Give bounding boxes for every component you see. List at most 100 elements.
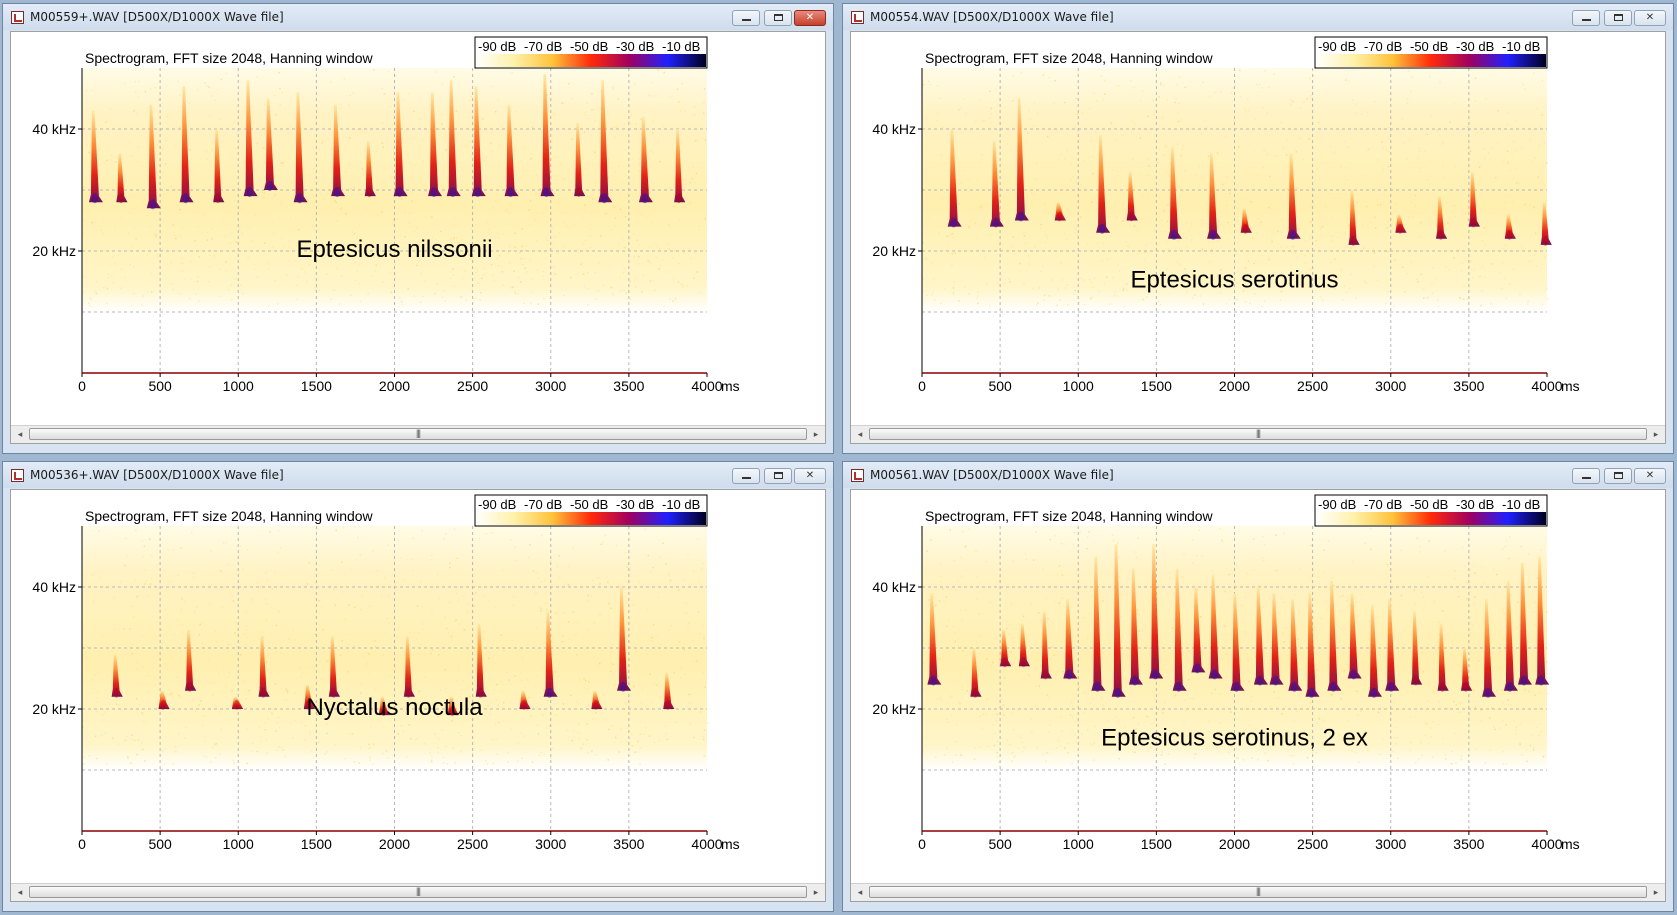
y-tick-label: 40 kHz [32, 579, 76, 595]
close-button[interactable]: ✕ [794, 10, 826, 26]
close-button[interactable]: ✕ [794, 468, 826, 484]
legend-colorbar [476, 54, 706, 67]
scrollbar-thumb[interactable]: ||| [29, 886, 807, 898]
legend-label: -70 dB [524, 39, 562, 54]
title-bar[interactable]: M00536+.WAV [D500X/D1000X Wave file] ✕ [3, 462, 833, 488]
call-core [546, 687, 554, 698]
scroll-right-arrow-icon[interactable]: ▸ [809, 886, 823, 898]
call-core [1413, 675, 1419, 686]
scrollbar-thumb[interactable]: ||| [869, 886, 1647, 898]
call-core [1350, 669, 1358, 680]
call-core [1242, 223, 1249, 234]
maximize-button[interactable] [1604, 468, 1632, 484]
call-core [1151, 669, 1159, 680]
x-tick-label: 2500 [1297, 378, 1328, 394]
x-tick-label: 1000 [1063, 378, 1094, 394]
call-core [430, 187, 438, 198]
call-core [1272, 675, 1280, 686]
legend-label: -90 dB [478, 497, 516, 512]
scroll-left-arrow-icon[interactable]: ◂ [853, 428, 867, 440]
spectrogram-chart[interactable]: 0 500 1000 1500 2000 2500 3000 3500 4000ms 40 kHz… [851, 490, 1667, 886]
x-tick-label: 1500 [301, 836, 332, 852]
scroll-left-arrow-icon[interactable]: ◂ [853, 886, 867, 898]
window-title: M00554.WAV [D500X/D1000X Wave file] [870, 10, 1114, 24]
window-title: M00536+.WAV [D500X/D1000X Wave file] [30, 468, 284, 482]
call-core [600, 193, 608, 204]
maximize-icon [773, 472, 783, 479]
scrollbar-thumb[interactable]: ||| [29, 428, 807, 440]
call-core [1065, 669, 1073, 680]
x-tick-label: 2500 [1297, 836, 1328, 852]
legend-label: -70 dB [524, 497, 562, 512]
minimize-button[interactable] [732, 10, 760, 26]
spectrogram-view[interactable]: 0 500 1000 1500 2000 2500 3000 3500 4000 ms 40 kHz… [10, 489, 826, 902]
maximize-button[interactable] [764, 10, 792, 26]
call-core [1131, 675, 1139, 686]
legend-label: -90 dB [1318, 497, 1356, 512]
x-tick-label: 0 [918, 836, 926, 852]
spectrogram-view[interactable]: 0 500 1000 1500 2000 2500 3000 3500 4000 ms 40 kHz… [10, 31, 826, 444]
grip-icon: ||| [415, 428, 421, 438]
legend-label: -30 dB [1456, 39, 1494, 54]
x-tick-label: 1500 [1141, 836, 1172, 852]
scroll-right-arrow-icon[interactable]: ▸ [809, 428, 823, 440]
minimize-icon [741, 477, 751, 479]
horizontal-scrollbar[interactable]: ◂ ||| ▸ [851, 425, 1665, 443]
maximize-icon [1613, 14, 1623, 21]
call-core [182, 193, 190, 204]
minimize-button[interactable] [732, 468, 760, 484]
title-bar[interactable]: M00554.WAV [D500X/D1000X Wave file] ✕ [843, 4, 1673, 30]
spectrogram-chart[interactable]: 0 500 1000 1500 2000 2500 3000 3500 4000ms 40 kHz… [11, 490, 827, 886]
x-tick-label: 4000 [1531, 836, 1562, 852]
legend-colorbar [476, 512, 706, 525]
call-core [1387, 681, 1395, 692]
scroll-right-arrow-icon[interactable]: ▸ [1649, 886, 1663, 898]
spectrogram-window-3[interactable]: M00536+.WAV [D500X/D1000X Wave file] ✕ 0… [2, 461, 834, 912]
minimize-button[interactable] [1572, 468, 1600, 484]
horizontal-scrollbar[interactable]: ◂ ||| ▸ [851, 883, 1665, 901]
x-tick-label: 1000 [223, 378, 254, 394]
call-core [366, 187, 373, 198]
spectrogram-view[interactable]: 0 500 1000 1500 2000 2500 3000 3500 4000 ms 40 kHz… [850, 489, 1666, 902]
x-tick-label: 3000 [535, 378, 566, 394]
minimize-button[interactable] [1572, 10, 1600, 26]
legend-label: -50 dB [1410, 39, 1448, 54]
y-tick-label: 20 kHz [32, 701, 76, 717]
x-tick-label: 1000 [1063, 836, 1094, 852]
call-core [521, 700, 527, 710]
x-tick-label: 4000 [691, 836, 722, 852]
scrollbar-thumb[interactable]: ||| [869, 428, 1647, 440]
scroll-left-arrow-icon[interactable]: ◂ [13, 886, 27, 898]
legend-label: -50 dB [570, 39, 608, 54]
call-core [296, 193, 304, 204]
spectrogram-window-1[interactable]: M00559+.WAV [D500X/D1000X Wave file] ✕ 0… [2, 3, 834, 454]
maximize-button[interactable] [764, 468, 792, 484]
legend-label: -30 dB [616, 39, 654, 54]
close-button[interactable]: ✕ [1634, 468, 1666, 484]
x-tick-label: 3000 [535, 836, 566, 852]
close-button[interactable]: ✕ [1634, 10, 1666, 26]
spectrogram-window-2[interactable]: M00554.WAV [D500X/D1000X Wave file] ✕ 0 5… [842, 3, 1674, 454]
spectrogram-chart[interactable]: 0 500 1000 1500 2000 2500 3000 3500 4000ms 40 kHz… [851, 32, 1667, 428]
x-tick-label: 4000 [691, 378, 722, 394]
horizontal-scrollbar[interactable]: ◂ ||| ▸ [11, 883, 825, 901]
close-icon: ✕ [1645, 470, 1655, 481]
call-core [246, 187, 254, 198]
title-bar[interactable]: M00559+.WAV [D500X/D1000X Wave file] ✕ [3, 4, 833, 30]
call-core [1537, 675, 1545, 686]
spectrogram-view[interactable]: 0 500 1000 1500 2000 2500 3000 3500 4000 ms 40 kHz… [850, 31, 1666, 444]
scroll-left-arrow-icon[interactable]: ◂ [13, 428, 27, 440]
x-tick-label: 2000 [379, 378, 410, 394]
spectrogram-window-4[interactable]: M00561.WAV [D500X/D1000X Wave file] ✕ 0 5… [842, 461, 1674, 912]
scroll-right-arrow-icon[interactable]: ▸ [1649, 428, 1663, 440]
x-tick-label: 2500 [457, 836, 488, 852]
horizontal-scrollbar[interactable]: ◂ ||| ▸ [11, 425, 825, 443]
title-bar[interactable]: M00561.WAV [D500X/D1000X Wave file] ✕ [843, 462, 1673, 488]
maximize-button[interactable] [1604, 10, 1632, 26]
legend-label: -90 dB [1318, 39, 1356, 54]
legend-label: -10 dB [662, 497, 700, 512]
spectrogram-chart[interactable]: 0 500 1000 1500 2000 2500 3000 3500 4000ms 40 kHz… [11, 32, 827, 428]
x-tick-label: 3000 [1375, 836, 1406, 852]
y-tick-label: 40 kHz [872, 121, 916, 137]
close-icon: ✕ [1645, 12, 1655, 23]
